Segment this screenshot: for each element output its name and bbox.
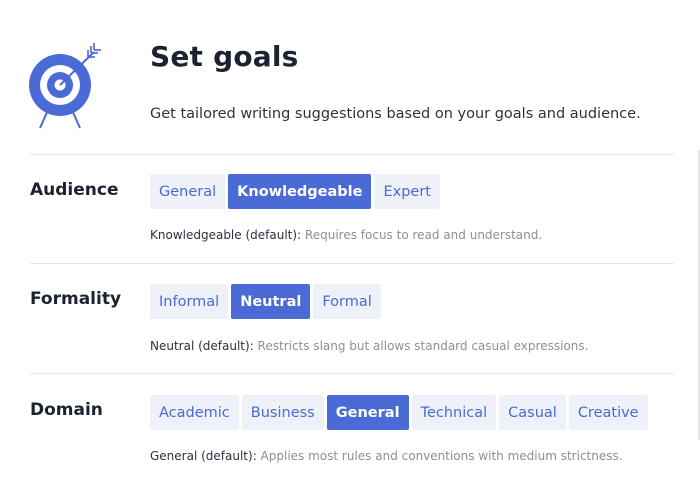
- set-goals-dialog: Set goals Get tailored writing suggestio…: [0, 0, 700, 484]
- page-subtitle: Get tailored writing suggestions based o…: [150, 106, 641, 122]
- header: Set goals Get tailored writing suggestio…: [0, 0, 700, 155]
- formality-option-informal[interactable]: Informal: [150, 284, 229, 319]
- audience-option-knowledgeable[interactable]: Knowledgeable: [228, 174, 372, 209]
- audience-label: Audience: [30, 180, 119, 200]
- audience-options: General Knowledgeable Expert: [150, 174, 440, 209]
- formality-description-key: Neutral (default):: [150, 339, 254, 353]
- formality-options: Informal Neutral Formal: [150, 284, 381, 319]
- formality-section: Formality Informal Neutral Formal Neutra…: [0, 264, 700, 373]
- formality-option-formal[interactable]: Formal: [313, 284, 381, 319]
- domain-description: General (default): Applies most rules an…: [150, 449, 623, 463]
- target-icon: [29, 43, 101, 129]
- audience-description-key: Knowledgeable (default):: [150, 228, 302, 242]
- domain-label: Domain: [30, 400, 103, 420]
- domain-options: Academic Business General Technical Casu…: [150, 395, 648, 430]
- formality-label: Formality: [30, 289, 122, 309]
- domain-description-key: General (default):: [150, 449, 257, 463]
- formality-option-neutral[interactable]: Neutral: [231, 284, 311, 319]
- formality-description-text: Restricts slang but allows standard casu…: [253, 339, 589, 353]
- domain-option-general[interactable]: General: [326, 395, 409, 430]
- domain-option-casual[interactable]: Casual: [499, 395, 566, 430]
- domain-option-creative[interactable]: Creative: [568, 395, 648, 430]
- formality-description: Neutral (default): Restricts slang but a…: [150, 339, 588, 353]
- domain-option-technical[interactable]: Technical: [411, 395, 497, 430]
- domain-section: Domain Academic Business General Technic…: [0, 374, 700, 484]
- audience-description-text: Requires focus to read and understand.: [301, 228, 543, 242]
- audience-description: Knowledgeable (default): Requires focus …: [150, 228, 542, 242]
- audience-option-expert[interactable]: Expert: [374, 174, 440, 209]
- audience-option-general[interactable]: General: [150, 174, 226, 209]
- domain-option-academic[interactable]: Academic: [150, 395, 239, 430]
- domain-option-business[interactable]: Business: [241, 395, 324, 430]
- audience-section: Audience General Knowledgeable Expert Kn…: [0, 155, 700, 263]
- page-title: Set goals: [150, 40, 299, 73]
- domain-description-text: Applies most rules and conventions with …: [256, 449, 623, 463]
